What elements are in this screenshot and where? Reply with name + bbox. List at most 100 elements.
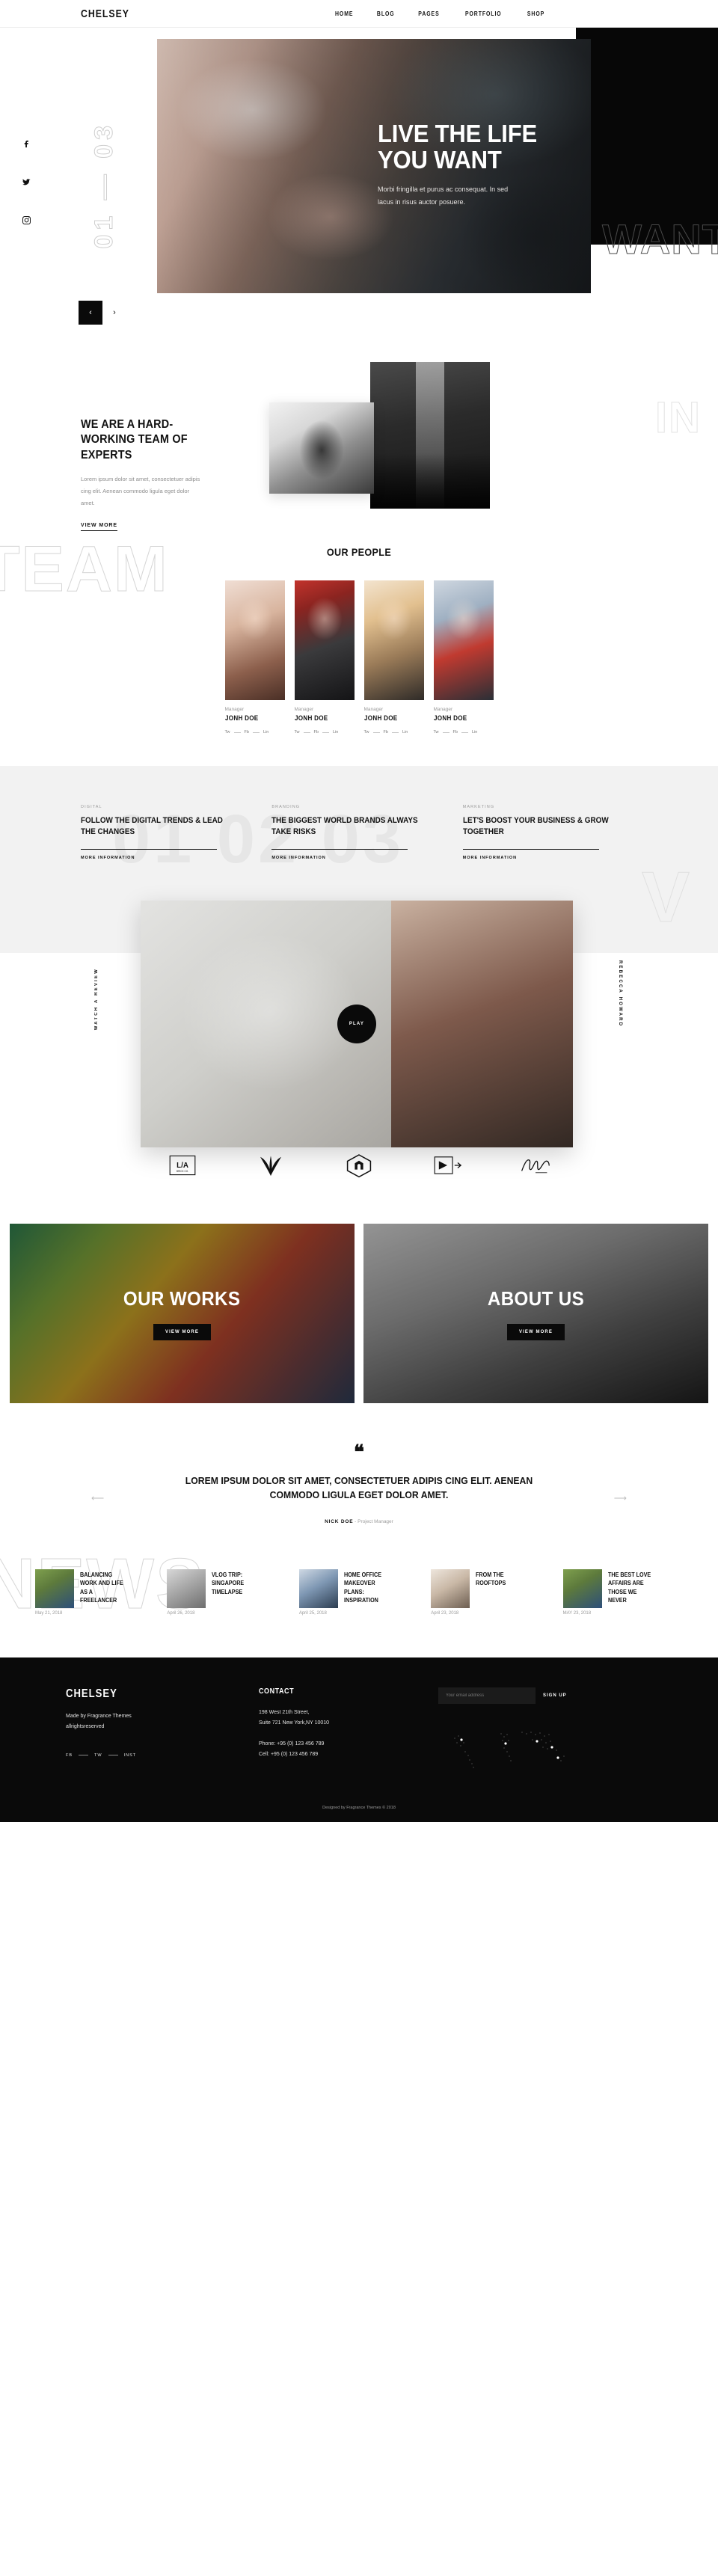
news-item[interactable]: May 21, 2018 BALANCING WORK AND LIFE AS … [35,1568,155,1616]
team-member-photo [433,580,494,700]
news-date: April 26, 2018 [167,1610,195,1616]
team-link-facebook[interactable]: Fb [453,730,458,735]
services-row: DIGITAL FOLLOW THE DIGITAL TRENDS & LEAD… [81,805,637,860]
team-link-twitter[interactable]: Tw [225,730,230,735]
team-member-card[interactable]: Manager JONH DOE Tw Fb Lin [224,580,285,735]
news-body: BALANCING WORK AND LIFE AS A FREELANCER [80,1569,134,1616]
news-item[interactable]: April 26, 2018 VLOG TRIP: SINGAPORE TIME… [167,1568,286,1616]
news-title: FROM THE ROOFTOPS [476,1571,506,1587]
quote-icon: ❝ [354,1441,364,1463]
team-link-twitter[interactable]: Tw [434,730,439,735]
service-more-link[interactable]: MORE INFORMATION [81,848,217,860]
hero-social-links [22,140,31,224]
news-date: MAY 23, 2018 [562,1610,592,1616]
footer-link-facebook[interactable]: FB [66,1753,73,1758]
testimonial-prev-arrow[interactable]: ⟵ [91,1493,104,1503]
footer-logo[interactable]: CHELSEY [66,1687,224,1701]
service-heading: FOLLOW THE DIGITAL TRENDS & LEAD THE CHA… [81,816,223,836]
hero-copy: LIVE THE LIFE YOU WANT Morbi fringilla e… [378,120,625,209]
facebook-icon[interactable] [22,140,31,148]
testimonial-author-name: NICK DOE [325,1518,354,1524]
logo-brand[interactable]: CHELSEY [81,7,129,20]
news-thumb-wrap: MAY 23, 2018 [562,1568,602,1616]
site-header: CHELSEY HOME BLOG PAGES PORTFOLIO SHOP [0,0,718,28]
divider [372,732,380,733]
card-view-more-button[interactable]: VIEW MORE [153,1323,211,1340]
card-title: ABOUT US [487,1287,585,1310]
svg-text:L/A: L/A [177,1162,188,1170]
nav-item-shop[interactable]: SHOP [527,10,544,17]
service-more-link[interactable]: MORE INFORMATION [271,848,408,860]
team-member-card[interactable]: Manager JONH DOE Tw Fb Lin [363,580,424,735]
team-title: OUR PEOPLE [326,546,392,558]
divider [442,732,449,733]
team-member-socials: Tw Fb Lin [434,730,494,735]
video-right-label: REBECCA HOWARD [618,960,622,1028]
footer-brand-column: CHELSEY Made by Fragrance Themes allrigh… [66,1687,259,1773]
news-item[interactable]: MAY 23, 2018 THE BEST LOVE AFFAIRS ARE T… [562,1568,683,1616]
card-about-us[interactable]: ABOUT US VIEW MORE [363,1224,708,1403]
footer-link-instagram[interactable]: INST [124,1753,137,1758]
divider [391,732,399,733]
twitter-icon[interactable] [22,178,31,186]
team-member-card[interactable]: Manager JONH DOE Tw Fb Lin [294,580,355,735]
hero-next-button[interactable]: › [102,301,126,325]
nav-item-blog[interactable]: BLOG [377,10,395,17]
service-more-link[interactable]: MORE INFORMATION [462,848,599,860]
news-thumbnail [35,1568,74,1608]
card-content: ABOUT US VIEW MORE [363,1224,708,1403]
about-outline-word: IN [655,393,702,442]
palm-leaf-logo[interactable] [252,1150,289,1180]
hexagon-badge-logo[interactable] [340,1150,378,1180]
nav-item-portfolio[interactable]: PORTFOLIO [465,10,502,17]
footer-address-line1: 198 West 21th Street, [259,1709,310,1715]
hero-prev-button[interactable]: ‹ [79,301,102,325]
hero-subtitle: Morbi fringilla et purus ac consequat. I… [378,185,509,206]
la-brick-logo[interactable]: L/A BRICK CO. [164,1150,201,1180]
promo-cards: OUR WORKS VIEW MORE ABOUT US VIEW MORE [10,1224,708,1403]
team-link-twitter[interactable]: Tw [364,730,369,735]
subscribe-submit-button[interactable]: SIGN UP [543,1693,567,1698]
team-member-card[interactable]: Manager JONH DOE Tw Fb Lin [433,580,494,735]
subscribe-email-input[interactable] [438,1687,536,1704]
hero-title-line1: LIVE THE LIFE [378,120,537,147]
team-link-linkedin[interactable]: Lin [263,730,269,735]
team-member-role: Manager [433,707,453,712]
team-link-twitter[interactable]: Tw [295,730,300,735]
play-button[interactable]: PLAY [337,1005,376,1043]
news-title: VLOG TRIP: SINGAPORE TIMELAPSE [212,1571,245,1595]
about-view-more-link[interactable]: VIEW MORE [81,523,117,531]
news-thumb-wrap: April 23, 2018 [431,1568,470,1616]
news-title: BALANCING WORK AND LIFE AS A FREELANCER [80,1571,123,1604]
team-member-socials: Tw Fb Lin [225,730,285,735]
about-text-block: WE ARE A HARD-WORKING TEAM OF EXPERTS Lo… [81,417,208,531]
service-tag: BRANDING [271,805,301,809]
team-link-linkedin[interactable]: Lin [402,730,408,735]
testimonial-next-arrow[interactable]: ⟶ [614,1493,627,1503]
signature-script-logo[interactable] [517,1150,554,1180]
footer-phones: Phone: +95 (0) 123 456 789 Cell: +95 (0)… [259,1739,438,1760]
testimonial-text: LOREM IPSUM DOLOR SIT AMET, CONSECTETUER… [185,1474,533,1501]
team-link-linkedin[interactable]: Lin [472,730,477,735]
hero-slider: 01 — 03 LIVE THE LIFE YOU WANT Morbi fri… [0,28,718,346]
team-link-facebook[interactable]: Fb [384,730,388,735]
team-member-name: JONH DOE [433,714,467,722]
team-link-facebook[interactable]: Fb [245,730,249,735]
nav-item-pages[interactable]: PAGES [419,10,440,17]
hero-outline-word: WANT [602,215,718,263]
instagram-icon[interactable] [22,216,31,224]
video-thumbnail[interactable]: PLAY [141,901,573,1147]
card-view-more-button[interactable]: VIEW MORE [507,1323,565,1340]
news-item[interactable]: April 23, 2018 FROM THE ROOFTOPS [431,1568,550,1616]
card-our-works[interactable]: OUR WORKS VIEW MORE [10,1224,355,1403]
footer-link-twitter[interactable]: TW [94,1753,102,1758]
footer-made-by: Made by Fragrance Themes allrightsreserv… [66,1711,259,1732]
flag-arrow-logo[interactable] [429,1150,466,1180]
about-image-dancer [269,402,374,494]
news-item[interactable]: April 25, 2018 HOME OFFICE MAKEOVER PLAN… [298,1568,419,1616]
team-member-photo [363,580,424,700]
news-body: THE BEST LOVE AFFAIRS ARE THOSE WE NEVER [608,1569,662,1616]
nav-item-home[interactable]: HOME [334,10,352,17]
team-link-facebook[interactable]: Fb [314,730,319,735]
team-link-linkedin[interactable]: Lin [333,730,338,735]
